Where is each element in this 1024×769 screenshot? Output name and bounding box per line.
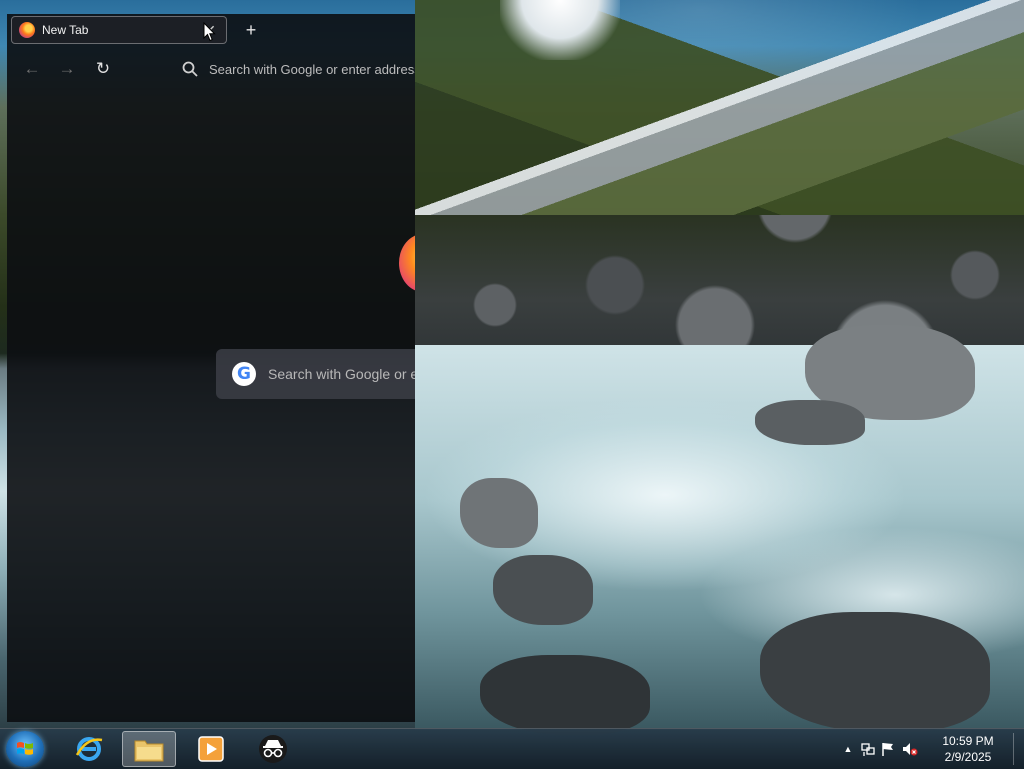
- new-tab-page: G: [7, 88, 415, 722]
- newtab-search-input[interactable]: [266, 365, 415, 383]
- tab-new-tab[interactable]: New Tab ✕: [11, 16, 227, 44]
- forward-button[interactable]: →: [56, 58, 78, 80]
- wallpaper-snow: [500, 0, 620, 60]
- new-tab-button[interactable]: +: [241, 20, 261, 40]
- clock[interactable]: 10:59 PM 2/9/2025: [938, 733, 998, 765]
- windows-logo-icon: [17, 742, 33, 755]
- google-icon: G: [232, 362, 256, 386]
- navigation-toolbar: ← → ↻: [7, 48, 415, 88]
- taskbar-file-explorer[interactable]: [122, 731, 176, 767]
- search-icon: [182, 61, 198, 77]
- mouse-cursor-icon: [203, 22, 216, 42]
- address-bar[interactable]: [181, 56, 415, 82]
- folder-icon: [134, 740, 164, 762]
- play-icon: [198, 736, 224, 762]
- wallpaper-boulder: [493, 555, 593, 625]
- taskbar-media-player[interactable]: [184, 731, 238, 767]
- volume-muted-icon[interactable]: [902, 741, 918, 757]
- clock-date: 2/9/2025: [944, 750, 992, 764]
- show-desktop-button[interactable]: [1013, 733, 1024, 765]
- newtab-search-box[interactable]: G: [216, 349, 415, 399]
- wallpaper-boulder: [755, 400, 865, 445]
- taskbar: ▲ 10:59 PM 2/9/2025: [0, 728, 1024, 769]
- clock-time: 10:59 PM: [942, 734, 994, 748]
- taskbar-incognito-app[interactable]: [246, 731, 300, 767]
- flag-icon[interactable]: [880, 741, 896, 757]
- browser-window: New Tab ✕ + ← → ↻ G: [7, 14, 415, 722]
- network-icon[interactable]: [860, 741, 876, 757]
- firefox-icon: [19, 22, 35, 38]
- tab-title: New Tab: [42, 23, 89, 37]
- ie-icon: [75, 737, 103, 761]
- reload-button[interactable]: ↻: [92, 58, 114, 80]
- back-button[interactable]: ←: [21, 58, 43, 80]
- taskbar-internet-explorer[interactable]: [62, 731, 116, 767]
- address-input[interactable]: [207, 60, 415, 78]
- incognito-icon: [259, 735, 287, 763]
- wallpaper-boulder: [760, 612, 990, 732]
- show-hidden-icons-button[interactable]: ▲: [840, 741, 856, 757]
- system-tray: ▲ 10:59 PM 2/9/2025: [834, 729, 1024, 769]
- wallpaper-boulder: [460, 478, 538, 548]
- start-button[interactable]: [6, 731, 44, 767]
- wallpaper-boulder: [480, 655, 650, 735]
- firefox-logo: [399, 234, 415, 292]
